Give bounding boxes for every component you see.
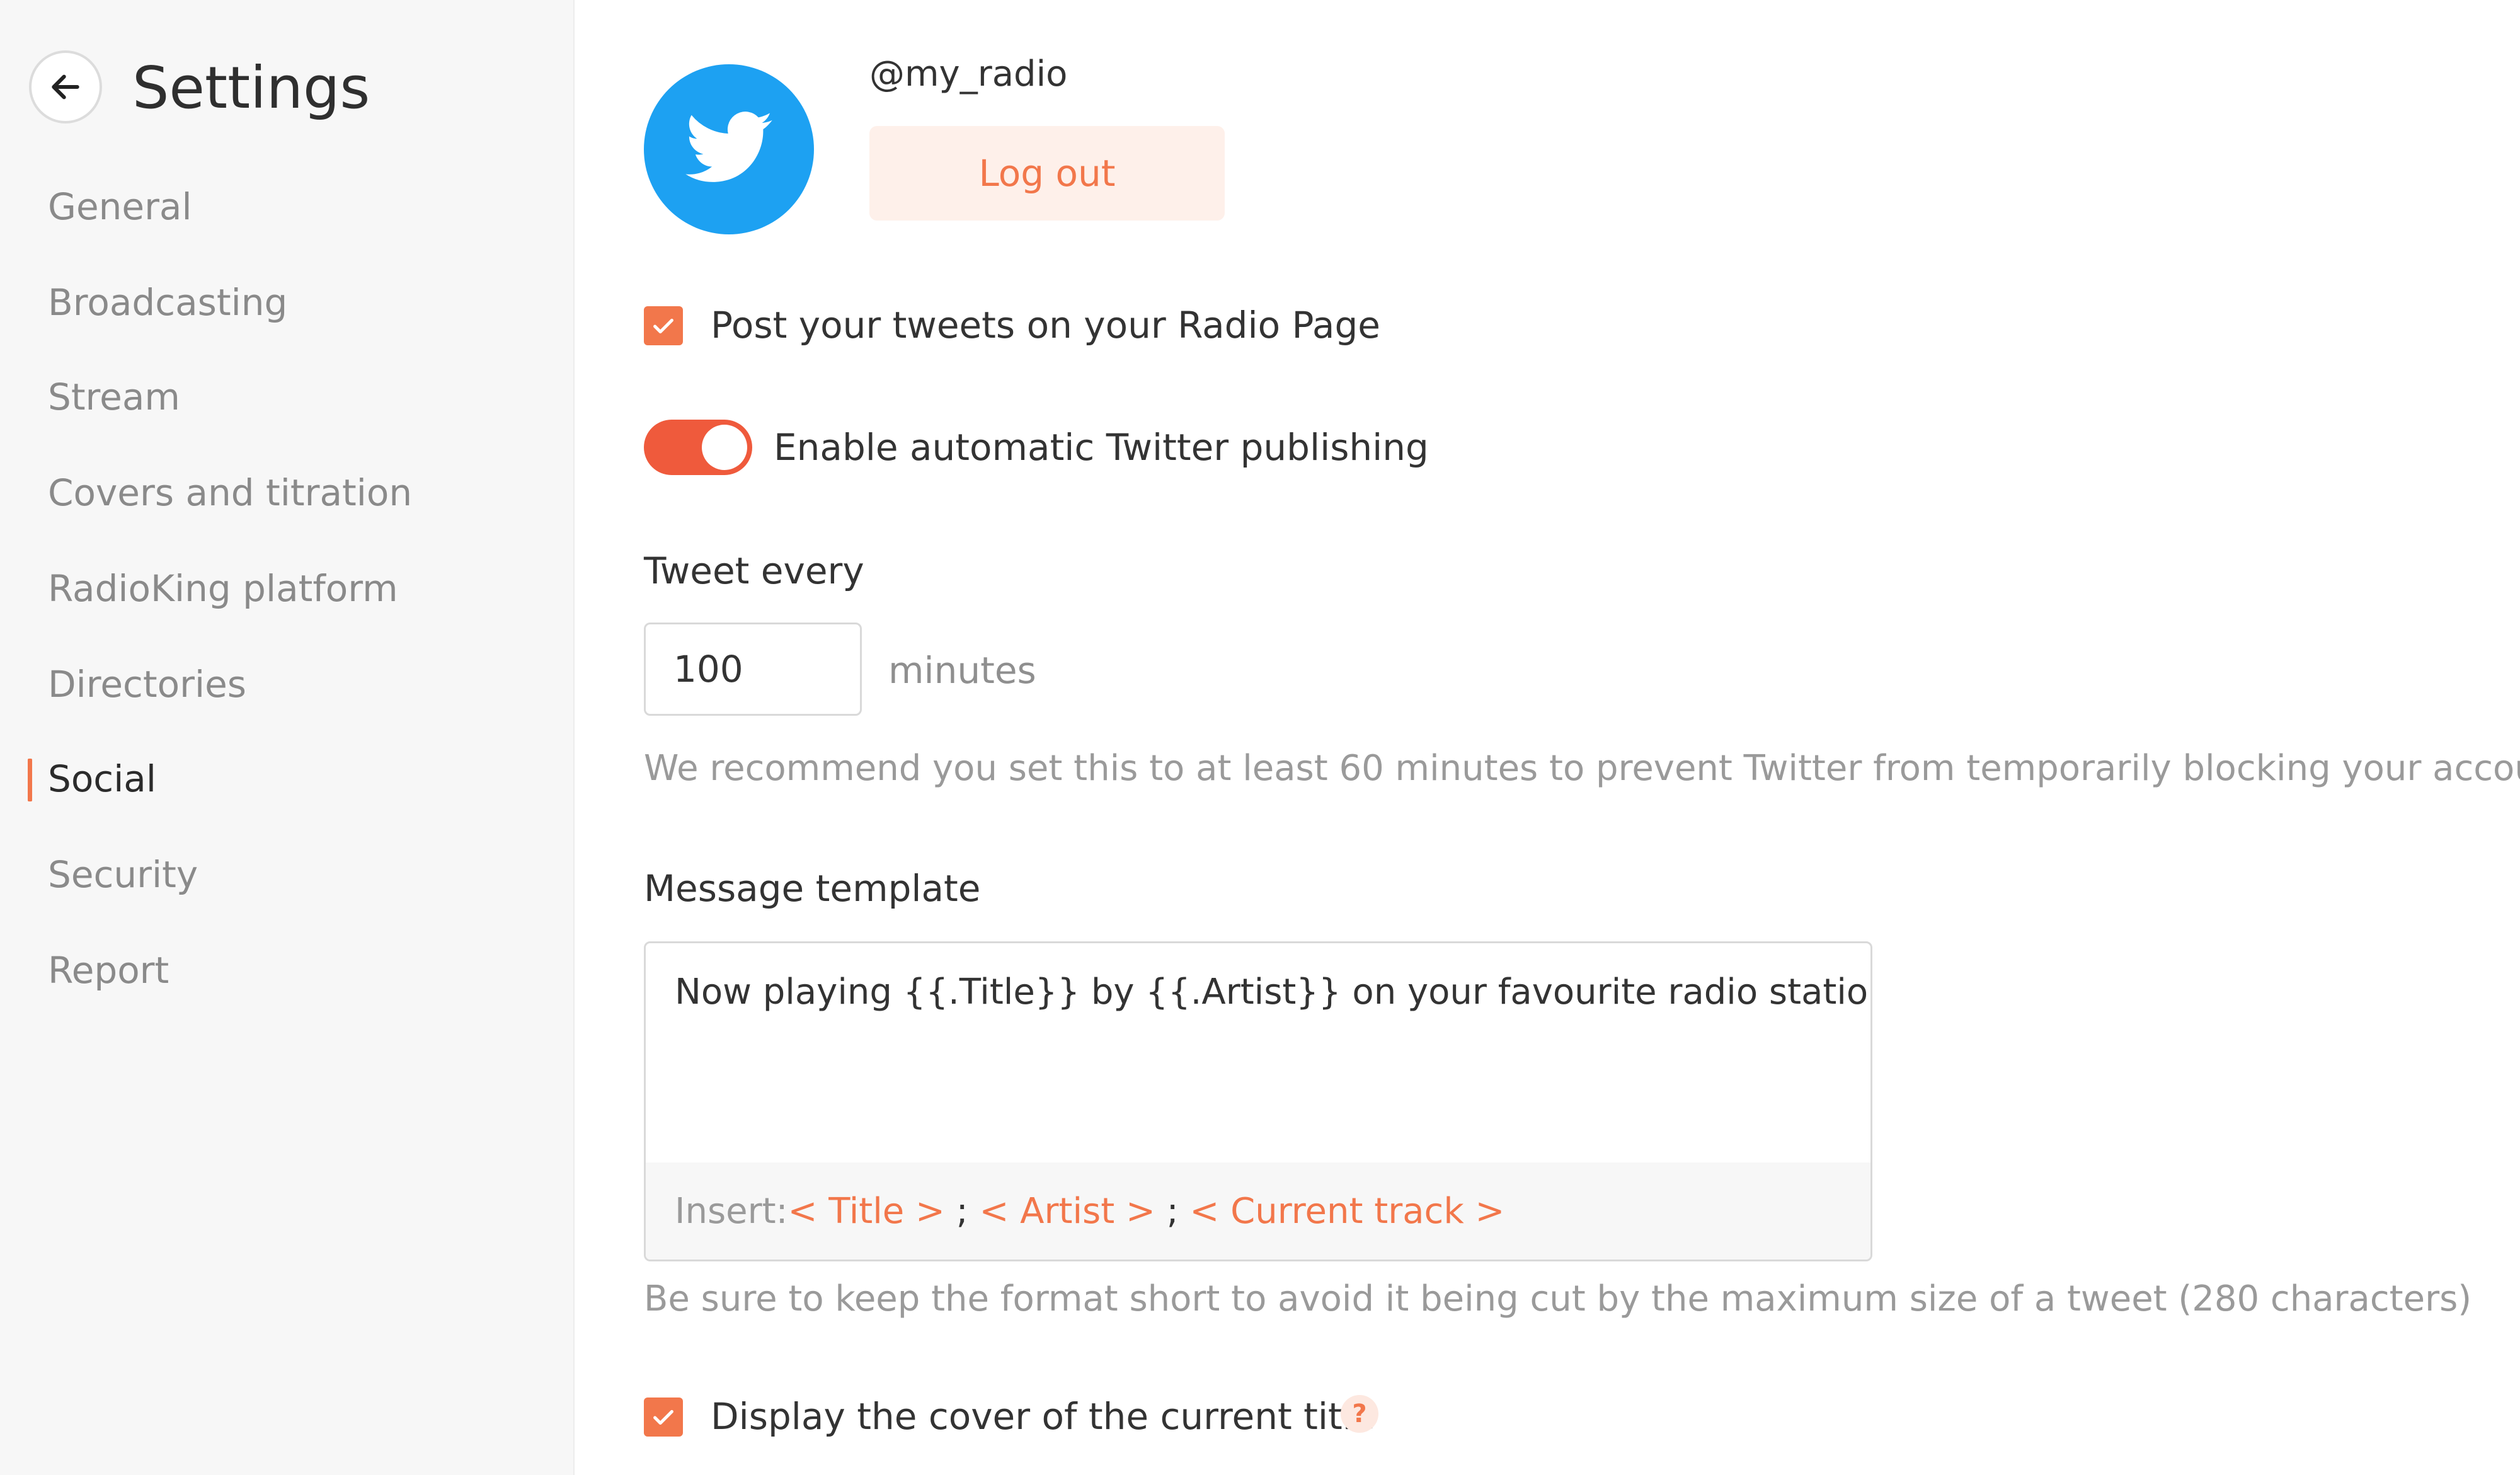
post-tweets-label: Post your tweets on your Radio Page <box>711 304 1380 347</box>
help-question-icon[interactable]: ? <box>1341 1395 1378 1433</box>
sidebar-item-security[interactable]: Security <box>48 849 198 900</box>
twitter-bird-icon <box>685 112 772 182</box>
tweet-interval-hint: We recommend you set this to at least 60… <box>644 748 2520 789</box>
checkmark-icon <box>653 1409 673 1425</box>
sidebar-item-radioking[interactable]: RadioKing platform <box>48 563 398 614</box>
sidebar-item-report[interactable]: Report <box>48 945 169 996</box>
insert-prefix: Insert: <box>675 1191 788 1232</box>
message-template-editor[interactable]: Now playing {{.Title}} by {{.Artist}} on… <box>644 941 1872 1261</box>
sidebar-item-broadcasting[interactable]: Broadcasting <box>48 277 287 328</box>
template-length-hint: Be sure to keep the format short to avoi… <box>644 1278 2472 1319</box>
twitter-logo <box>644 64 814 234</box>
auto-publish-label: Enable automatic Twitter publishing <box>774 426 1429 469</box>
toggle-knob <box>702 425 747 470</box>
insert-row: Insert:< Title > ; < Artist > ; < Curren… <box>675 1186 1504 1237</box>
back-button[interactable] <box>29 50 102 123</box>
checkmark-icon <box>653 318 673 334</box>
template-text-row: Now playing {{.Title}} by {{.Artist}} on… <box>675 967 1870 1020</box>
post-tweets-checkbox[interactable] <box>644 306 683 345</box>
display-cover-checkbox[interactable] <box>644 1398 683 1437</box>
message-template-label: Message template <box>644 867 981 910</box>
arrow-left-icon <box>52 74 79 100</box>
template-insert-bar: Insert:< Title > ; < Artist > ; < Curren… <box>646 1162 1870 1260</box>
active-indicator <box>28 759 32 801</box>
sidebar-item-social[interactable]: Social <box>48 754 156 804</box>
sidebar-title: Settings <box>132 54 370 122</box>
twitter-handle: @my_radio <box>869 54 1068 95</box>
insert-current-track-link[interactable]: < Current track > <box>1189 1191 1504 1232</box>
sidebar-item-stream[interactable]: Stream <box>48 372 180 422</box>
sidebar-item-directories[interactable]: Directories <box>48 659 246 709</box>
insert-title-link[interactable]: < Title > <box>788 1191 944 1232</box>
tweet-every-label: Tweet every <box>644 549 864 592</box>
sidebar-item-covers[interactable]: Covers and titration <box>48 468 412 518</box>
insert-separator: ; <box>956 1191 968 1232</box>
sidebar-item-general[interactable]: General <box>48 181 192 232</box>
insert-artist-link[interactable]: < Artist > <box>979 1191 1155 1232</box>
display-cover-label: Display the cover of the current title <box>711 1395 1375 1438</box>
auto-publish-toggle[interactable] <box>644 420 752 475</box>
settings-sidebar: Settings General Broadcasting Stream Cov… <box>0 0 575 1475</box>
tweet-interval-input[interactable] <box>644 623 862 716</box>
minutes-unit: minutes <box>888 649 1036 692</box>
message-template-text[interactable]: Now playing {{.Title}} by {{.Artist}} on… <box>675 972 1870 1013</box>
logout-button[interactable]: Log out <box>869 126 1225 221</box>
insert-separator: ; <box>1166 1191 1179 1232</box>
